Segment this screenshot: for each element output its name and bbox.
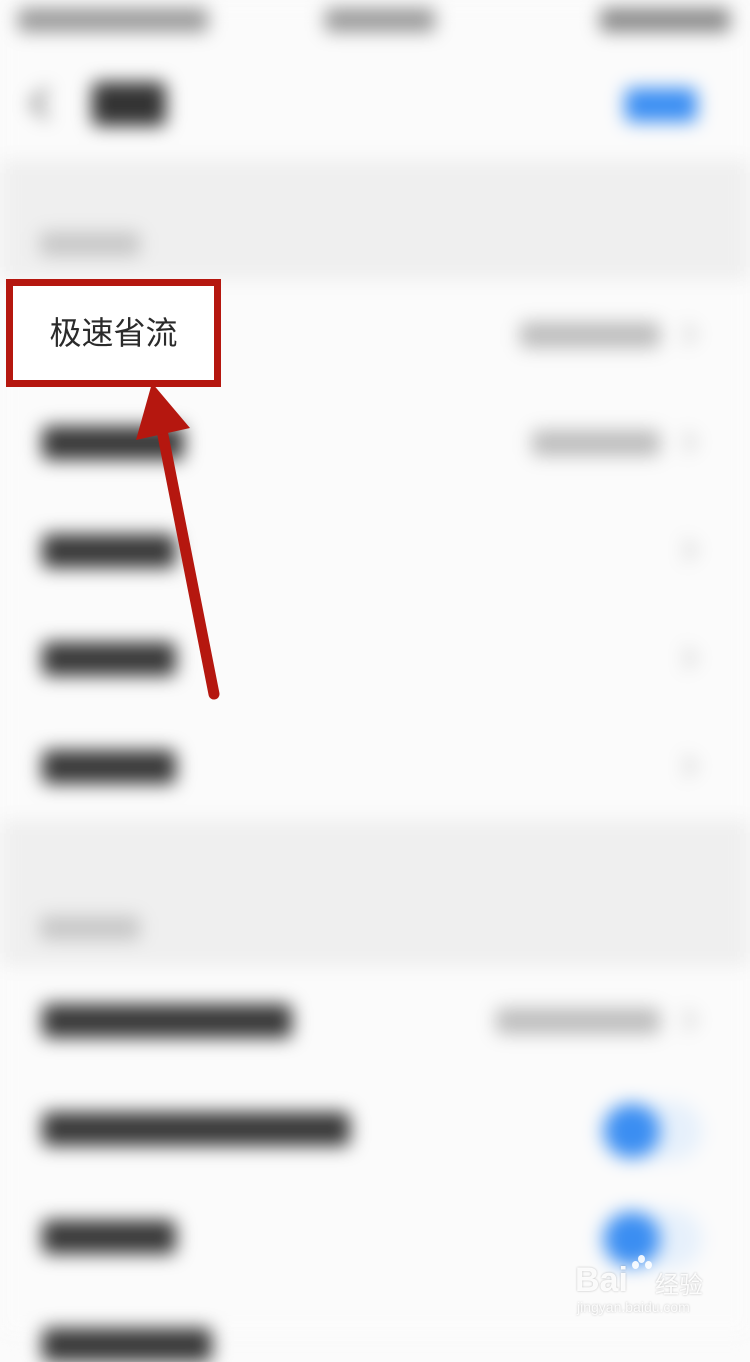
watermark-suffix: 经验 — [655, 1271, 703, 1299]
watermark-brand: Bai — [575, 1261, 628, 1299]
watermark-url: jingyan.baidu.com — [577, 1299, 690, 1315]
annotation-arrow — [136, 383, 220, 700]
baidu-watermark: Bai 经验 jingyan.baidu.com — [575, 1255, 715, 1321]
baidu-paw-icon — [631, 1255, 653, 1277]
